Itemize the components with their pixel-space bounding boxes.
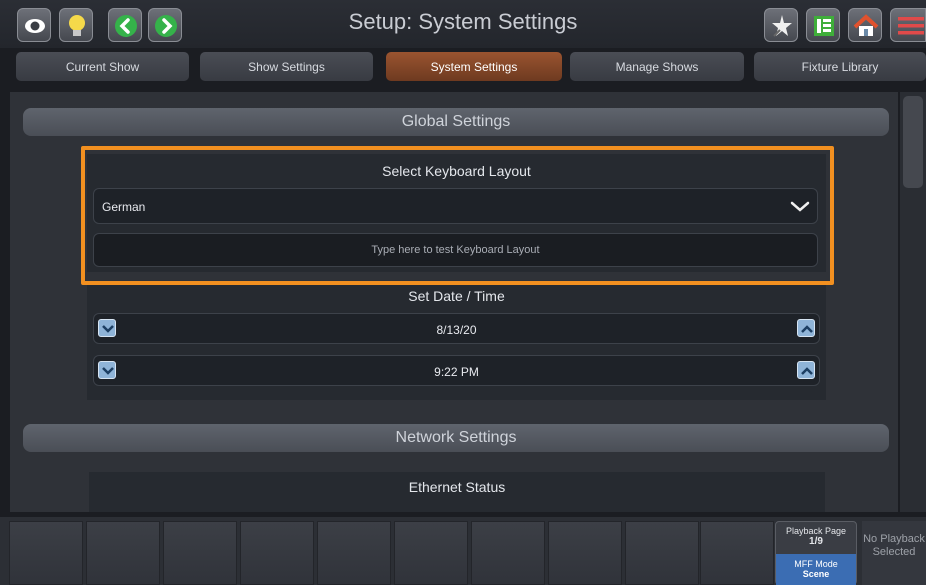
time-increment-button[interactable] xyxy=(797,361,815,379)
keyboard-layout-highlight xyxy=(81,146,834,285)
tab-system-settings[interactable]: System Settings xyxy=(386,52,562,81)
tab-show-settings[interactable]: Show Settings xyxy=(200,52,373,81)
date-value: 8/13/20 xyxy=(436,323,477,337)
menu-icon[interactable] xyxy=(890,8,926,42)
playback-button[interactable] xyxy=(317,521,391,585)
tab-current-show[interactable]: Current Show xyxy=(16,52,189,81)
magic-wand-icon[interactable] xyxy=(764,8,798,42)
no-playback-indicator: No Playback Selected xyxy=(862,521,926,585)
playback-bar: Playback Page 1/9 MFF Mode Scene No Play… xyxy=(0,517,926,585)
tab-manage-shows[interactable]: Manage Shows xyxy=(570,52,744,81)
grid-icon[interactable] xyxy=(806,8,840,42)
scrollbar-thumb[interactable] xyxy=(903,96,923,188)
mff-mode-value: Scene xyxy=(802,569,830,579)
date-field[interactable]: 8/13/20 xyxy=(93,313,820,344)
playback-button[interactable] xyxy=(548,521,622,585)
mff-mode-label: MFF Mode xyxy=(794,559,838,569)
network-settings-heading: Network Settings xyxy=(23,424,889,452)
playback-button[interactable] xyxy=(163,521,237,585)
mff-mode-box[interactable]: MFF Mode Scene xyxy=(776,554,856,585)
time-field[interactable]: 9:22 PM xyxy=(93,355,820,386)
date-time-title: Set Date / Time xyxy=(408,288,505,304)
playback-button[interactable] xyxy=(86,521,160,585)
playback-button[interactable] xyxy=(9,521,83,585)
playback-button[interactable] xyxy=(700,521,774,585)
scrollbar[interactable] xyxy=(900,92,926,512)
tab-fixture-library[interactable]: Fixture Library xyxy=(754,52,926,81)
date-time-panel: Set Date / Time 8/13/20 9:22 PM xyxy=(87,282,826,400)
tab-bar: Current Show Show Settings System Settin… xyxy=(0,50,926,84)
playback-button[interactable] xyxy=(625,521,699,585)
playback-page-selector[interactable]: Playback Page 1/9 MFF Mode Scene xyxy=(775,521,857,585)
home-icon[interactable] xyxy=(848,8,882,42)
playback-button[interactable] xyxy=(394,521,468,585)
ethernet-status-panel: Ethernet Status xyxy=(89,472,825,512)
playback-page-label: Playback Page xyxy=(785,526,847,536)
global-settings-heading: Global Settings xyxy=(23,108,889,136)
ethernet-status-title: Ethernet Status xyxy=(408,479,506,495)
time-value: 9:22 PM xyxy=(434,365,479,379)
top-bar: Setup: System Settings xyxy=(0,0,926,48)
playback-button[interactable] xyxy=(240,521,314,585)
date-increment-button[interactable] xyxy=(797,319,815,337)
playback-page-box[interactable]: Playback Page 1/9 xyxy=(776,522,856,554)
playback-page-value: 1/9 xyxy=(809,536,823,547)
playback-button[interactable] xyxy=(471,521,545,585)
